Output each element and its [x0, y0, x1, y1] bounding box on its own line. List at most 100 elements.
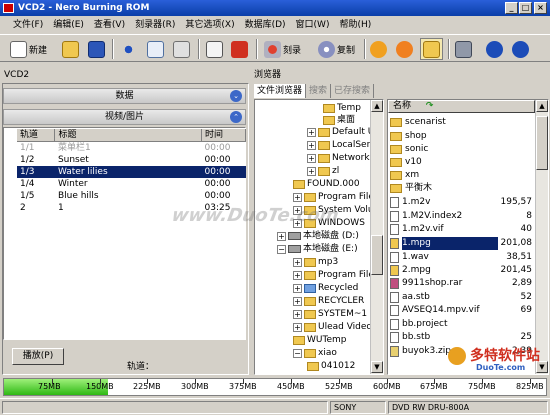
list-item[interactable]: bb.stb 25 [390, 331, 532, 344]
paste-button[interactable] [173, 38, 190, 60]
menu-edit[interactable]: 编辑(E) [48, 16, 89, 34]
menu-recorder[interactable]: 刻录器(R) [130, 16, 180, 34]
data-section-header[interactable]: 数据 ⌄ [3, 88, 246, 104]
track-row[interactable]: 1/4 Winter 00:00 [17, 178, 246, 190]
expand-icon[interactable]: + [293, 322, 302, 332]
recorder-button[interactable] [455, 38, 472, 60]
tree-item[interactable]: + Program Files [293, 191, 379, 203]
file-list-scrollbar[interactable]: ▲ ▼ [535, 100, 548, 374]
expand-icon[interactable]: + [293, 270, 302, 280]
scroll-thumb[interactable] [536, 116, 548, 170]
collapse-icon[interactable]: − [293, 348, 302, 358]
expand-icon[interactable]: + [307, 166, 316, 176]
list-item[interactable]: shop [390, 130, 532, 143]
menu-file[interactable]: 文件(F) [8, 16, 48, 34]
expand-icon[interactable]: + [307, 153, 316, 163]
scroll-down-arrow-icon[interactable]: ▼ [371, 361, 383, 373]
tree-scrollbar[interactable]: ▲ ▼ [370, 100, 383, 374]
menu-window[interactable]: 窗口(W) [291, 16, 335, 34]
track-row-selected[interactable]: 1/3 Water lilies 00:00 [17, 166, 246, 178]
list-item[interactable]: v10 [390, 156, 532, 169]
column-header-time[interactable]: 时间 [201, 129, 246, 142]
tab-saved-search[interactable]: 已存搜索 [331, 84, 375, 98]
tree-item[interactable]: + Ulead VideoSt [293, 321, 381, 333]
maximize-button[interactable]: □ [519, 2, 532, 14]
list-item[interactable]: xm [390, 169, 532, 182]
tree-item[interactable]: + SYSTEM~1 [293, 308, 367, 320]
list-item[interactable]: scenarist [390, 116, 532, 129]
expand-icon[interactable]: + [293, 296, 302, 306]
scroll-thumb[interactable] [371, 235, 383, 275]
list-item[interactable]: 1.wav 38,51 [390, 251, 532, 264]
tree-item[interactable]: FOUND.000 [293, 178, 360, 190]
tab-search[interactable]: 搜索 [306, 84, 332, 98]
tree-item[interactable]: + Default U [307, 126, 374, 138]
burn-button[interactable]: 刻录 [264, 38, 301, 60]
chevron-up-icon[interactable]: ⌃ [230, 111, 242, 123]
expand-icon[interactable]: + [293, 192, 302, 202]
tree-item[interactable]: + Recycled [293, 282, 358, 294]
save-button[interactable] [88, 38, 105, 60]
track-row[interactable]: 1/1 菜单栏1 00:00 [17, 142, 246, 155]
column-header-name[interactable]: 名称 ↷ [388, 100, 535, 113]
tree-item[interactable]: Temp [323, 102, 361, 114]
collapse-icon[interactable]: − [277, 244, 286, 254]
open-button[interactable] [62, 38, 79, 60]
play-button[interactable]: 播放(P) [12, 348, 64, 365]
list-item[interactable]: 1.M2V.index2 8 [390, 210, 532, 223]
compilation-info-button[interactable] [206, 38, 223, 60]
minimize-button[interactable]: _ [505, 2, 518, 14]
eject-button[interactable] [396, 38, 413, 60]
tree-item[interactable]: 桌面 [323, 114, 355, 126]
expand-icon[interactable]: + [277, 231, 286, 241]
list-item[interactable]: 1.m2v 195,57 [390, 196, 532, 209]
expand-icon[interactable]: + [307, 140, 316, 150]
burn-compilation-button[interactable] [231, 38, 248, 60]
list-item[interactable]: aa.stb 52 [390, 291, 532, 304]
new-button[interactable]: 新建 [10, 38, 47, 60]
tree-item[interactable]: WUTemp [293, 334, 346, 346]
copy-clip-button[interactable] [147, 38, 164, 60]
list-item[interactable]: 9911shop.rar 2,89 [390, 277, 532, 290]
list-item[interactable]: AVSEQ14.mpv.vif 69 [390, 304, 532, 317]
tree-item-drive-e[interactable]: − 本地磁盘 (E:) [277, 243, 358, 255]
list-item[interactable]: sonic [390, 143, 532, 156]
track-row[interactable]: 1/2 Sunset 00:00 [17, 154, 246, 166]
list-item-selected[interactable]: 1.mpg 201,08 [390, 237, 532, 250]
expand-icon[interactable]: + [293, 257, 302, 267]
tree-item[interactable]: + mp3 [293, 256, 338, 268]
expand-icon[interactable]: + [293, 283, 302, 293]
tree-item[interactable]: + RECYCLER [293, 295, 364, 307]
scroll-up-arrow-icon[interactable]: ▲ [536, 100, 548, 112]
tree-item[interactable]: + zl [307, 165, 339, 177]
list-item[interactable]: bb.project [390, 318, 532, 331]
menu-help[interactable]: 帮助(H) [334, 16, 376, 34]
about-button[interactable] [486, 38, 503, 60]
tree-item-drive-d[interactable]: + 本地磁盘 (D:) [277, 230, 359, 242]
list-item[interactable]: 平衡木 [390, 182, 532, 195]
tab-file-browser[interactable]: 文件浏览器 [254, 84, 307, 98]
expand-icon[interactable]: + [293, 309, 302, 319]
menu-database[interactable]: 数据库(D) [240, 16, 291, 34]
tree-item[interactable]: + LocalServ [307, 139, 376, 151]
tree-item[interactable]: + Program Files [293, 269, 379, 281]
disc-info-button[interactable] [370, 38, 387, 60]
menu-view[interactable]: 查看(V) [89, 16, 130, 34]
copy-disc-button[interactable]: 复制 [318, 38, 355, 60]
list-item[interactable]: 2.mpg 201,45 [390, 264, 532, 277]
close-button[interactable]: × [534, 2, 547, 14]
help-button[interactable] [512, 38, 529, 60]
file-browser-toggle[interactable] [420, 38, 443, 60]
scroll-up-arrow-icon[interactable]: ▲ [371, 100, 383, 112]
tree-item[interactable]: − xiao [293, 347, 337, 359]
tree-item[interactable]: 041012 [307, 360, 355, 372]
track-row[interactable]: 1/5 Blue hills 00:00 [17, 190, 246, 202]
video-section-header[interactable]: 视频/图片 ⌃ [3, 109, 246, 125]
expand-icon[interactable]: + [307, 127, 316, 137]
tree-item[interactable]: + NetworkS [307, 152, 375, 164]
column-header-track[interactable]: 轨道 [17, 129, 56, 142]
list-item[interactable]: 1.m2v.vif 40 [390, 223, 532, 236]
menu-extras[interactable]: 其它选项(X) [180, 16, 239, 34]
cut-button[interactable] [120, 38, 137, 60]
column-header-title[interactable]: 标题 [54, 129, 203, 142]
